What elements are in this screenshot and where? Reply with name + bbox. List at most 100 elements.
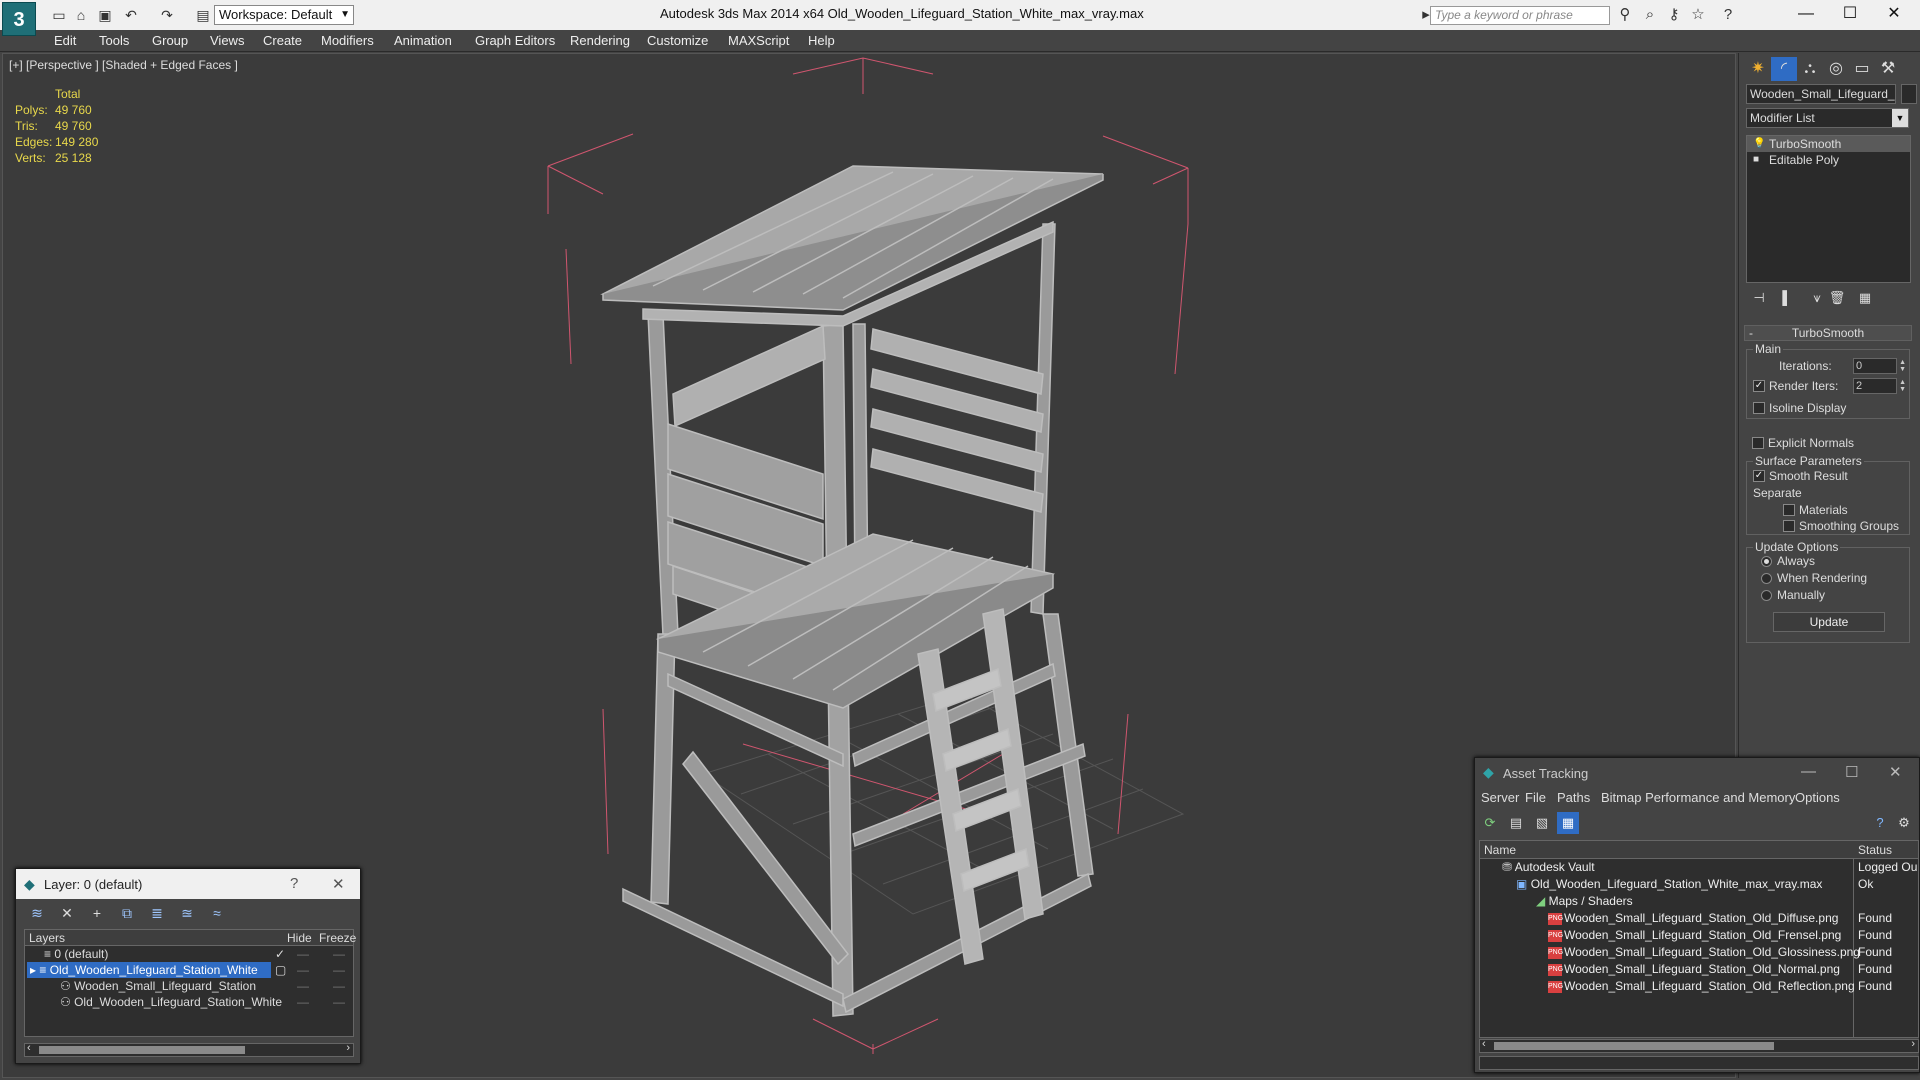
delete-layer-icon[interactable]: ✕ <box>56 903 78 923</box>
materials-checkbox[interactable] <box>1783 504 1795 516</box>
column-freeze[interactable]: Freeze <box>319 931 356 945</box>
expand-icon[interactable]: ■ <box>1753 154 1763 166</box>
star-icon[interactable]: ☆ <box>1688 6 1708 24</box>
create-tab-icon[interactable]: ✷ <box>1745 57 1771 81</box>
menu-edit[interactable]: Edit <box>54 33 76 48</box>
iterations-spinner[interactable]: 0 ▲ ▼ <box>1853 358 1906 374</box>
scroll-left-icon[interactable]: ‹ <box>27 1042 31 1054</box>
layer-row[interactable]: ≡ 0 (default) ✓ — — <box>25 946 353 962</box>
asset-help-icon[interactable]: ? <box>1869 812 1891 834</box>
asset-row[interactable]: PNGWooden_Small_Lifeguard_Station_Old_No… <box>1480 961 1918 978</box>
asset-menu-file[interactable]: File <box>1525 790 1546 805</box>
manually-radio[interactable] <box>1761 590 1772 601</box>
remove-modifier-icon[interactable]: 🗑 <box>1826 287 1848 309</box>
scrollbar-thumb[interactable] <box>1494 1042 1774 1050</box>
layer-row[interactable]: ⚇ Old_Wooden_Lifeguard_Station_White — — <box>25 994 353 1010</box>
open-file-icon[interactable]: ⌂ <box>72 6 90 24</box>
menu-group[interactable]: Group <box>152 33 188 48</box>
hide-all-icon[interactable]: ≊ <box>176 903 198 923</box>
layer-row[interactable]: ⚇ Wooden_Small_Lifeguard_Station — — <box>25 978 353 994</box>
thumbnail-view-icon[interactable]: ▧ <box>1531 812 1553 834</box>
always-radio[interactable] <box>1761 556 1772 567</box>
key-icon[interactable]: ⚷ <box>1664 6 1684 24</box>
list-view-icon[interactable]: ▤ <box>1505 812 1527 834</box>
freeze-toggle[interactable]: — <box>333 962 345 978</box>
scroll-right-icon[interactable]: › <box>1911 1038 1915 1050</box>
minimize-button[interactable]: — <box>1784 2 1828 26</box>
undo-icon[interactable]: ↶ <box>122 6 140 24</box>
menu-modifiers[interactable]: Modifiers <box>321 33 374 48</box>
redo-icon[interactable]: ↷ <box>158 6 176 24</box>
hierarchy-tab-icon[interactable]: ⛬ <box>1797 57 1823 81</box>
column-layers[interactable]: Layers <box>29 931 65 945</box>
maximize-button[interactable]: ☐ <box>1828 2 1872 26</box>
menu-animation[interactable]: Animation <box>394 33 452 48</box>
scroll-right-icon[interactable]: › <box>346 1042 350 1054</box>
layer-settings-icon[interactable]: ≋ <box>26 903 48 923</box>
lightbulb-icon[interactable]: 💡 <box>1753 138 1765 150</box>
modifier-list-dropdown[interactable]: Modifier List ▼ <box>1746 108 1909 128</box>
active-layer-check[interactable]: ✓ <box>275 946 285 962</box>
stack-item-turbosmooth[interactable]: 💡 TurboSmooth <box>1747 136 1910 152</box>
hide-toggle[interactable]: — <box>297 962 309 978</box>
object-name-field[interactable]: Wooden_Small_Lifeguard_Sta <box>1746 84 1896 104</box>
highlight-layer-icon[interactable]: ≣ <box>146 903 168 923</box>
menu-tools[interactable]: Tools <box>99 33 129 48</box>
asset-minimize-button[interactable]: — <box>1801 763 1816 780</box>
menu-create[interactable]: Create <box>263 33 302 48</box>
smoothing-groups-checkbox[interactable] <box>1783 520 1795 532</box>
save-icon[interactable]: ▣ <box>96 6 114 24</box>
workspace-dropdown[interactable]: Workspace: Default ▼ <box>214 5 354 25</box>
layer-row[interactable]: ▸ ≡ Old_Wooden_Lifeguard_Station_White ▢… <box>25 962 353 978</box>
hide-toggle[interactable]: — <box>297 994 309 1010</box>
asset-menu-options[interactable]: Options <box>1795 790 1840 805</box>
layer-horizontal-scrollbar[interactable]: ‹ › <box>24 1042 354 1057</box>
asset-menu-server[interactable]: Server <box>1481 790 1519 805</box>
freeze-all-icon[interactable]: ≈ <box>206 903 228 923</box>
app-logo-button[interactable]: 3 <box>2 2 36 36</box>
asset-path-field[interactable] <box>1479 1056 1919 1070</box>
menu-graph-editors[interactable]: Graph Editors <box>475 33 555 48</box>
help-icon[interactable]: ? <box>1718 6 1738 24</box>
render-iters-checkbox[interactable]: ✓ <box>1753 380 1765 392</box>
render-iters-spinner[interactable]: 2 ▲ ▼ <box>1853 378 1906 394</box>
utilities-tab-icon[interactable]: ⚒ <box>1875 57 1901 81</box>
close-button[interactable]: ✕ <box>1872 2 1916 26</box>
menu-help[interactable]: Help <box>808 33 835 48</box>
scroll-left-icon[interactable]: ‹ <box>1482 1038 1486 1050</box>
menu-maxscript[interactable]: MAXScript <box>728 33 789 48</box>
refresh-icon[interactable]: ⟳ <box>1479 812 1501 834</box>
layer-close-button[interactable]: ✕ <box>332 875 345 893</box>
menu-views[interactable]: Views <box>210 33 244 48</box>
asset-horizontal-scrollbar[interactable]: ‹ › <box>1479 1038 1919 1053</box>
asset-row[interactable]: PNGWooden_Small_Lifeguard_Station_Old_Gl… <box>1480 944 1918 961</box>
pin-stack-icon[interactable]: ⊣ <box>1748 287 1770 309</box>
stack-item-editable-poly[interactable]: ■ Editable Poly <box>1747 152 1910 168</box>
asset-row[interactable]: ⛃ Autodesk Vault Logged Ou <box>1480 859 1918 876</box>
asset-window-titlebar[interactable]: ◆ Asset Tracking — ☐ ✕ <box>1475 758 1919 788</box>
freeze-toggle[interactable]: — <box>333 978 345 994</box>
object-color-swatch[interactable] <box>1901 84 1917 104</box>
explicit-normals-checkbox[interactable] <box>1752 437 1764 449</box>
asset-row[interactable]: PNGWooden_Small_Lifeguard_Station_Old_Re… <box>1480 978 1918 995</box>
asset-maximize-button[interactable]: ☐ <box>1845 763 1858 781</box>
active-layer-box[interactable]: ▢ <box>275 962 286 978</box>
column-status[interactable]: Status <box>1858 843 1892 857</box>
update-button[interactable]: Update <box>1773 612 1885 632</box>
isoline-checkbox[interactable] <box>1753 402 1765 414</box>
motion-tab-icon[interactable]: ◎ <box>1823 57 1849 81</box>
column-name[interactable]: Name <box>1484 843 1516 857</box>
hide-toggle[interactable]: — <box>297 946 309 962</box>
project-folder-icon[interactable]: ▤ <box>194 6 212 24</box>
asset-row[interactable]: ▣ Old_Wooden_Lifeguard_Station_White_max… <box>1480 876 1918 893</box>
rollout-header[interactable]: - TurboSmooth <box>1744 325 1912 341</box>
asset-menu-paths[interactable]: Paths <box>1557 790 1590 805</box>
scrollbar-thumb[interactable] <box>39 1046 245 1054</box>
table-view-icon[interactable]: ▦ <box>1557 812 1579 834</box>
show-end-result-icon[interactable]: ▌ <box>1776 287 1798 309</box>
select-objects-icon[interactable]: ⧉ <box>116 903 138 923</box>
menu-rendering[interactable]: Rendering <box>570 33 630 48</box>
freeze-toggle[interactable]: — <box>333 946 345 962</box>
when-rendering-radio[interactable] <box>1761 573 1772 584</box>
layer-help-button[interactable]: ? <box>290 875 298 892</box>
